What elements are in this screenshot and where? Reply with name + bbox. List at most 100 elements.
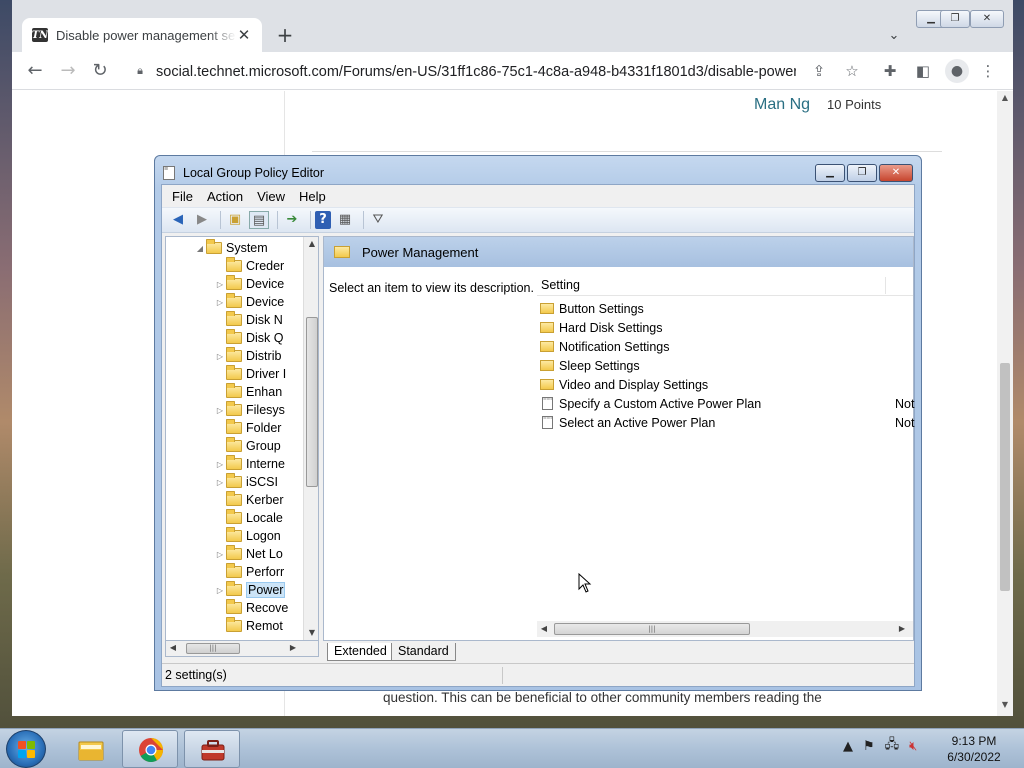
collapsed-arrow-icon[interactable]: ▷ bbox=[214, 406, 226, 415]
tree-item[interactable]: ◢ System bbox=[194, 239, 268, 257]
scroll-down-icon[interactable]: ▼ bbox=[997, 698, 1013, 712]
tree-item[interactable]: Disk N bbox=[214, 311, 283, 329]
tree-item[interactable]: ▷ Interne bbox=[214, 455, 285, 473]
tree-item[interactable]: ▷ Net Lo bbox=[214, 545, 283, 563]
list-hscroll-thumb[interactable]: ||| bbox=[554, 623, 750, 635]
list-hscrollbar[interactable]: ◀ ||| ▶ bbox=[537, 621, 913, 637]
tree-item[interactable]: Folder bbox=[214, 419, 281, 437]
clock[interactable]: 9:13 PM 6/30/2022 bbox=[935, 733, 1013, 765]
setting-row[interactable]: Button Settings bbox=[540, 299, 912, 318]
setting-row[interactable]: ≡≡≡ Select an Active Power Plan Not bbox=[540, 413, 914, 432]
collapsed-arrow-icon[interactable]: ▷ bbox=[214, 586, 226, 595]
collapsed-arrow-icon[interactable]: ▷ bbox=[214, 550, 226, 559]
back-arrow-icon[interactable]: ← bbox=[24, 60, 46, 82]
tab-standard[interactable]: Standard bbox=[391, 643, 456, 661]
policy-tree[interactable]: ◢ System Creder ▷ Device ▷ Device Disk N Disk Q ▷… bbox=[165, 236, 319, 641]
collapsed-arrow-icon[interactable]: ▷ bbox=[214, 478, 226, 487]
tree-scroll-up-icon[interactable]: ▲ bbox=[304, 237, 318, 251]
tree-item[interactable]: Creder bbox=[214, 257, 284, 275]
tree-item[interactable]: Logon bbox=[214, 527, 281, 545]
export-list-icon[interactable]: ➔ bbox=[282, 211, 302, 229]
tree-hscrollbar[interactable]: ◀ ||| ▶ bbox=[165, 641, 319, 657]
menu-action[interactable]: Action bbox=[207, 189, 243, 204]
gpe-titlebar[interactable]: ≡ Local Group Policy Editor bbox=[163, 164, 324, 182]
tree-item[interactable]: Remot bbox=[214, 617, 283, 635]
setting-row[interactable]: Video and Display Settings bbox=[540, 375, 912, 394]
help-icon[interactable]: ? bbox=[315, 211, 331, 229]
collapsed-arrow-icon[interactable]: ▷ bbox=[214, 298, 226, 307]
tree-item[interactable]: ▷ Device bbox=[214, 293, 284, 311]
menu-file[interactable]: File bbox=[172, 189, 193, 204]
tree-item[interactable]: Locale bbox=[214, 509, 283, 527]
tab-search-icon[interactable]: ⌄ bbox=[884, 26, 904, 46]
tree-item[interactable]: Kerber bbox=[214, 491, 284, 509]
tree-hscroll-thumb[interactable]: ||| bbox=[186, 643, 240, 654]
scroll-up-icon[interactable]: ▲ bbox=[997, 91, 1013, 105]
tree-vscrollbar[interactable]: ▲ ▼ bbox=[303, 237, 318, 640]
forward-arrow-icon[interactable]: → bbox=[57, 60, 79, 82]
tab-extended[interactable]: Extended bbox=[327, 643, 394, 661]
tree-item[interactable]: ▷ iSCSI bbox=[214, 473, 278, 491]
tree-scroll-down-icon[interactable]: ▼ bbox=[304, 626, 318, 640]
close-window-button[interactable]: ✕ bbox=[970, 10, 1004, 28]
tree-item[interactable]: Enhan bbox=[214, 383, 282, 401]
tree-item[interactable]: ▷ Filesys bbox=[214, 401, 285, 419]
action-center-flag-icon[interactable]: ⚑ bbox=[863, 739, 875, 754]
lock-icon[interactable]: 🔒︎ bbox=[132, 63, 148, 79]
bookmark-star-icon[interactable]: ☆ bbox=[842, 61, 862, 81]
profile-avatar-icon[interactable]: ● bbox=[945, 59, 969, 83]
extensions-puzzle-icon[interactable]: ✚ bbox=[880, 61, 900, 81]
gpe-maximize-button[interactable]: ❐ bbox=[847, 164, 877, 182]
maximize-button[interactable]: ❐ bbox=[940, 10, 970, 28]
setting-row[interactable]: ≡≡≡ Specify a Custom Active Power Plan Not bbox=[540, 394, 914, 413]
taskbar-chrome-button[interactable] bbox=[122, 730, 178, 768]
tree-item[interactable]: Group bbox=[214, 437, 281, 455]
up-folder-icon[interactable]: ▣ bbox=[225, 211, 245, 229]
tree-item[interactable]: ▷ Power bbox=[214, 581, 286, 599]
collapsed-arrow-icon[interactable]: ▷ bbox=[214, 352, 226, 361]
tree-item[interactable]: Recove bbox=[214, 599, 288, 617]
reload-icon[interactable]: ↻ bbox=[89, 60, 111, 82]
column-header-setting[interactable]: Setting bbox=[537, 275, 913, 296]
tree-item[interactable]: Perforr bbox=[214, 563, 284, 581]
list-scroll-right-icon[interactable]: ▶ bbox=[895, 622, 909, 636]
filter-icon[interactable]: ⛛ bbox=[368, 211, 388, 229]
setting-row[interactable]: Notification Settings bbox=[540, 337, 912, 356]
tree-scroll-left-icon[interactable]: ◀ bbox=[166, 641, 180, 655]
show-hide-tree-icon[interactable]: ▤ bbox=[249, 211, 269, 229]
expanded-arrow-icon[interactable]: ◢ bbox=[194, 244, 206, 253]
network-icon[interactable]: 🖧︎ bbox=[885, 735, 900, 757]
tab-close-icon[interactable]: ✕ bbox=[236, 27, 252, 43]
author-name-link[interactable]: Man Ng bbox=[754, 96, 810, 114]
menu-help[interactable]: Help bbox=[299, 189, 326, 204]
tree-item[interactable]: ▷ Distrib bbox=[214, 347, 281, 365]
show-hidden-icons-icon[interactable]: ▲ bbox=[843, 739, 853, 754]
new-tab-button[interactable]: + bbox=[274, 24, 296, 46]
taskbar-gpedit-button[interactable] bbox=[184, 730, 240, 768]
share-icon[interactable]: ⇪ bbox=[809, 61, 829, 81]
side-panel-icon[interactable]: ◧ bbox=[913, 61, 933, 81]
back-icon[interactable]: ◀ bbox=[168, 211, 188, 229]
address-bar[interactable]: social.technet.microsoft.com/Forums/en-U… bbox=[156, 62, 796, 82]
scrollbar-thumb[interactable] bbox=[1000, 363, 1010, 591]
list-scroll-left-icon[interactable]: ◀ bbox=[537, 622, 551, 636]
tree-scroll-right-icon[interactable]: ▶ bbox=[286, 641, 300, 655]
start-button[interactable] bbox=[6, 730, 46, 768]
page-scrollbar[interactable]: ▲ ▼ bbox=[997, 91, 1013, 716]
collapsed-arrow-icon[interactable]: ▷ bbox=[214, 460, 226, 469]
tree-scroll-thumb[interactable] bbox=[306, 317, 318, 487]
gpe-minimize-button[interactable]: ▁ bbox=[815, 164, 845, 182]
browser-tab[interactable]: TN Disable power management sett ✕ bbox=[22, 18, 262, 52]
collapsed-arrow-icon[interactable]: ▷ bbox=[214, 280, 226, 289]
menu-kebab-icon[interactable]: ⋮ bbox=[978, 61, 998, 81]
forward-icon[interactable]: ▶ bbox=[192, 211, 212, 229]
gpe-close-button[interactable]: ✕ bbox=[879, 164, 913, 182]
setting-row[interactable]: Sleep Settings bbox=[540, 356, 912, 375]
tree-item[interactable]: Disk Q bbox=[214, 329, 284, 347]
volume-muted-icon[interactable]: 🔇︎ bbox=[909, 739, 917, 754]
properties-icon[interactable]: ▦ bbox=[335, 211, 355, 229]
menu-view[interactable]: View bbox=[257, 189, 285, 204]
setting-row[interactable]: Hard Disk Settings bbox=[540, 318, 912, 337]
taskbar-explorer-button[interactable] bbox=[62, 730, 118, 768]
tree-item[interactable]: ▷ Device bbox=[214, 275, 284, 293]
